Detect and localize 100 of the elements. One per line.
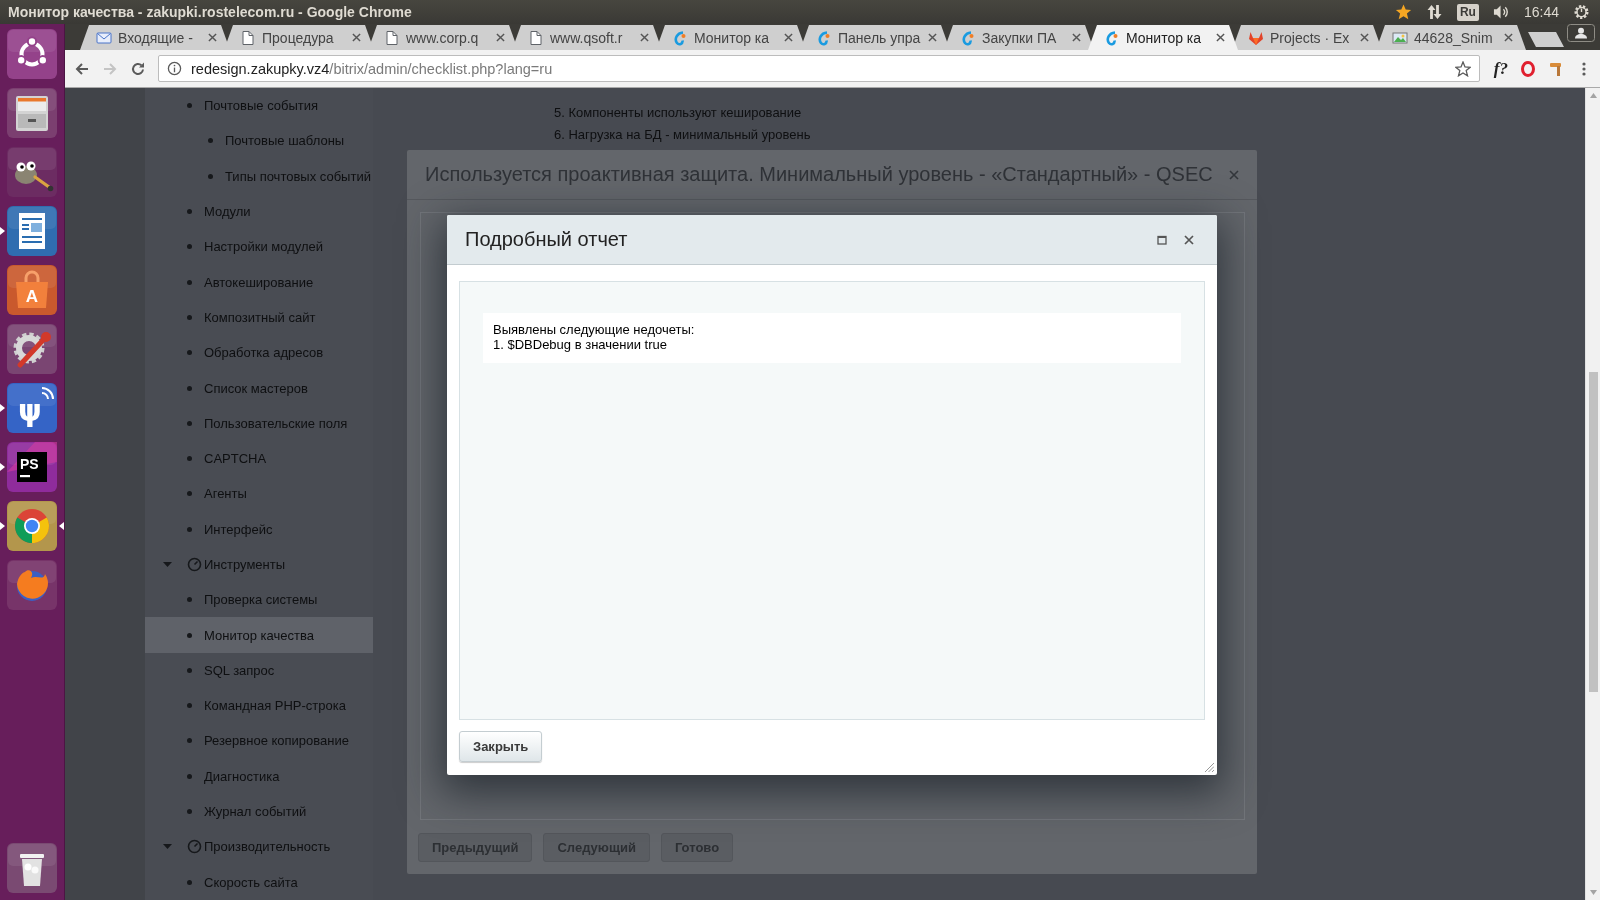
sidebar-item[interactable]: Агенты [145, 476, 373, 512]
close-button[interactable]: Закрыть [459, 731, 543, 762]
bullet-icon [187, 314, 192, 320]
close-icon[interactable] [784, 33, 793, 42]
envelope-icon [96, 29, 112, 46]
star-icon[interactable] [1394, 4, 1412, 20]
mascot-brush-icon[interactable] [7, 147, 57, 197]
close-icon[interactable] [1360, 33, 1369, 42]
bullet-icon [187, 279, 192, 285]
editor-app-icon[interactable]: PS [7, 442, 57, 492]
document-icon[interactable] [7, 206, 57, 256]
close-icon[interactable] [1072, 33, 1081, 42]
swirl-logo-icon [672, 29, 688, 46]
extension-button[interactable]: f? [1493, 58, 1508, 79]
bullet-icon [187, 209, 192, 215]
bullet-icon [187, 456, 192, 462]
page-icon [384, 29, 400, 46]
network-arrows-icon[interactable] [1425, 4, 1443, 20]
bullet-icon [187, 879, 192, 885]
circle-logo-icon[interactable] [7, 29, 57, 79]
window-title: Монитор качества - zakupki.rostelecom.ru - Google Chrome [8, 4, 412, 20]
bullet-icon [187, 350, 192, 356]
report-line: 1. $DBDebug в значении true [493, 337, 667, 352]
scrollbar[interactable] [1585, 88, 1600, 900]
power-icon[interactable] [1573, 4, 1590, 20]
bullet-icon [187, 526, 192, 532]
browser-tab[interactable]: 44628_Snim [1376, 25, 1526, 50]
sidebar-item[interactable]: Список мастеров [145, 370, 373, 406]
bullet-icon [187, 385, 192, 391]
clock[interactable]: 16:44 [1523, 4, 1559, 20]
picture-icon [1392, 29, 1408, 46]
sidebar-item[interactable]: Обработка адресов [145, 335, 373, 371]
gauge-icon [187, 557, 202, 572]
maximize-icon[interactable] [1157, 234, 1167, 245]
sidebar-item[interactable]: Скорость сайта [145, 864, 373, 900]
sidebar-item[interactable]: Монитор качества [145, 617, 373, 653]
sidebar-item[interactable]: Почтовые шаблоны [145, 123, 373, 159]
scrollbar-thumb[interactable] [1588, 372, 1598, 692]
sidebar-item[interactable]: Диагностика [145, 758, 373, 794]
close-icon[interactable] [352, 33, 361, 42]
sidebar-item[interactable]: CAPTCHA [145, 440, 373, 477]
file-cabinet-icon[interactable] [7, 88, 57, 138]
gear-wrench-icon[interactable] [7, 324, 57, 374]
sidebar-item[interactable]: Автокеширование [145, 264, 373, 300]
bullet-icon [208, 138, 213, 144]
close-icon[interactable] [640, 33, 649, 42]
close-icon[interactable] [1216, 33, 1225, 42]
sidebar-item[interactable]: Инструменты [145, 546, 373, 583]
page-icon [528, 29, 544, 46]
bullet-icon [187, 491, 192, 497]
bullet-icon [187, 632, 192, 638]
fox-globe-icon[interactable] [7, 560, 57, 610]
bullet-icon [187, 667, 192, 673]
bookmark-star-icon[interactable] [1454, 60, 1471, 77]
sidebar-item[interactable]: Производительность [145, 829, 373, 865]
menu-icon[interactable] [1582, 60, 1586, 77]
sidebar-item[interactable]: Резервное копирование [145, 723, 373, 759]
info-icon[interactable] [167, 61, 182, 76]
report-line: Выявлены следующие недочеты: [493, 322, 695, 337]
psi-symbol-icon[interactable]: ψ [7, 383, 57, 433]
close-icon[interactable] [208, 33, 217, 42]
back-arrow-icon[interactable] [74, 60, 90, 77]
new-tab-icon[interactable] [1528, 32, 1564, 47]
sidebar-item[interactable]: Типы почтовых событий [145, 158, 373, 194]
sidebar-item[interactable]: Журнал событий [145, 793, 373, 830]
resize-grip-icon[interactable] [1204, 762, 1214, 772]
profile-icon[interactable] [1567, 24, 1595, 42]
sidebar-item[interactable]: Командная PHP-строка [145, 688, 373, 724]
fox-logo-icon [1248, 29, 1264, 46]
swirl-logo-icon [1104, 29, 1120, 46]
sidebar-item[interactable]: Почтовые события [145, 88, 373, 124]
close-icon[interactable] [496, 33, 505, 42]
bullet-icon [187, 103, 192, 109]
sidebar-item[interactable]: Композитный сайт [145, 299, 373, 336]
bullet-icon [187, 773, 192, 779]
ring-logo-icon[interactable] [1520, 60, 1536, 77]
sidebar-item[interactable]: Пользовательские поля [145, 405, 373, 441]
browser-icon[interactable] [7, 501, 57, 551]
sidebar-item[interactable]: Модули [145, 193, 373, 230]
trash-icon[interactable] [7, 843, 57, 893]
reload-icon[interactable] [130, 60, 146, 77]
keyboard-layout-indicator[interactable]: Ru [1456, 3, 1479, 21]
close-icon[interactable] [1504, 33, 1513, 42]
bullet-icon [187, 703, 192, 709]
checklist-line: 5. Компоненты используют кеширование [554, 104, 802, 122]
close-icon[interactable] [1184, 234, 1194, 245]
sidebar-item[interactable]: Настройки модулей [145, 229, 373, 265]
checklist-line: 6. Нагрузка на БД - минимальный уровень [554, 126, 811, 144]
bullet-icon [187, 809, 192, 815]
shopping-bag-icon[interactable]: A [7, 265, 57, 315]
close-icon[interactable] [928, 33, 937, 42]
address-bar[interactable]: redesign.zakupky.vz4/bitrix/admin/checklist.php?lang=ru [158, 55, 1480, 82]
volume-icon[interactable] [1492, 4, 1510, 20]
bullet-icon [187, 738, 192, 744]
browser-tab[interactable]: Монитор ка [1088, 25, 1238, 50]
sidebar-item[interactable]: SQL запрос [145, 652, 373, 689]
sidebar-item[interactable]: Проверка системы [145, 582, 373, 618]
sidebar-item[interactable]: Интерфейс [145, 511, 373, 547]
hammer-icon[interactable] [1548, 60, 1564, 77]
gauge-icon [187, 839, 202, 855]
